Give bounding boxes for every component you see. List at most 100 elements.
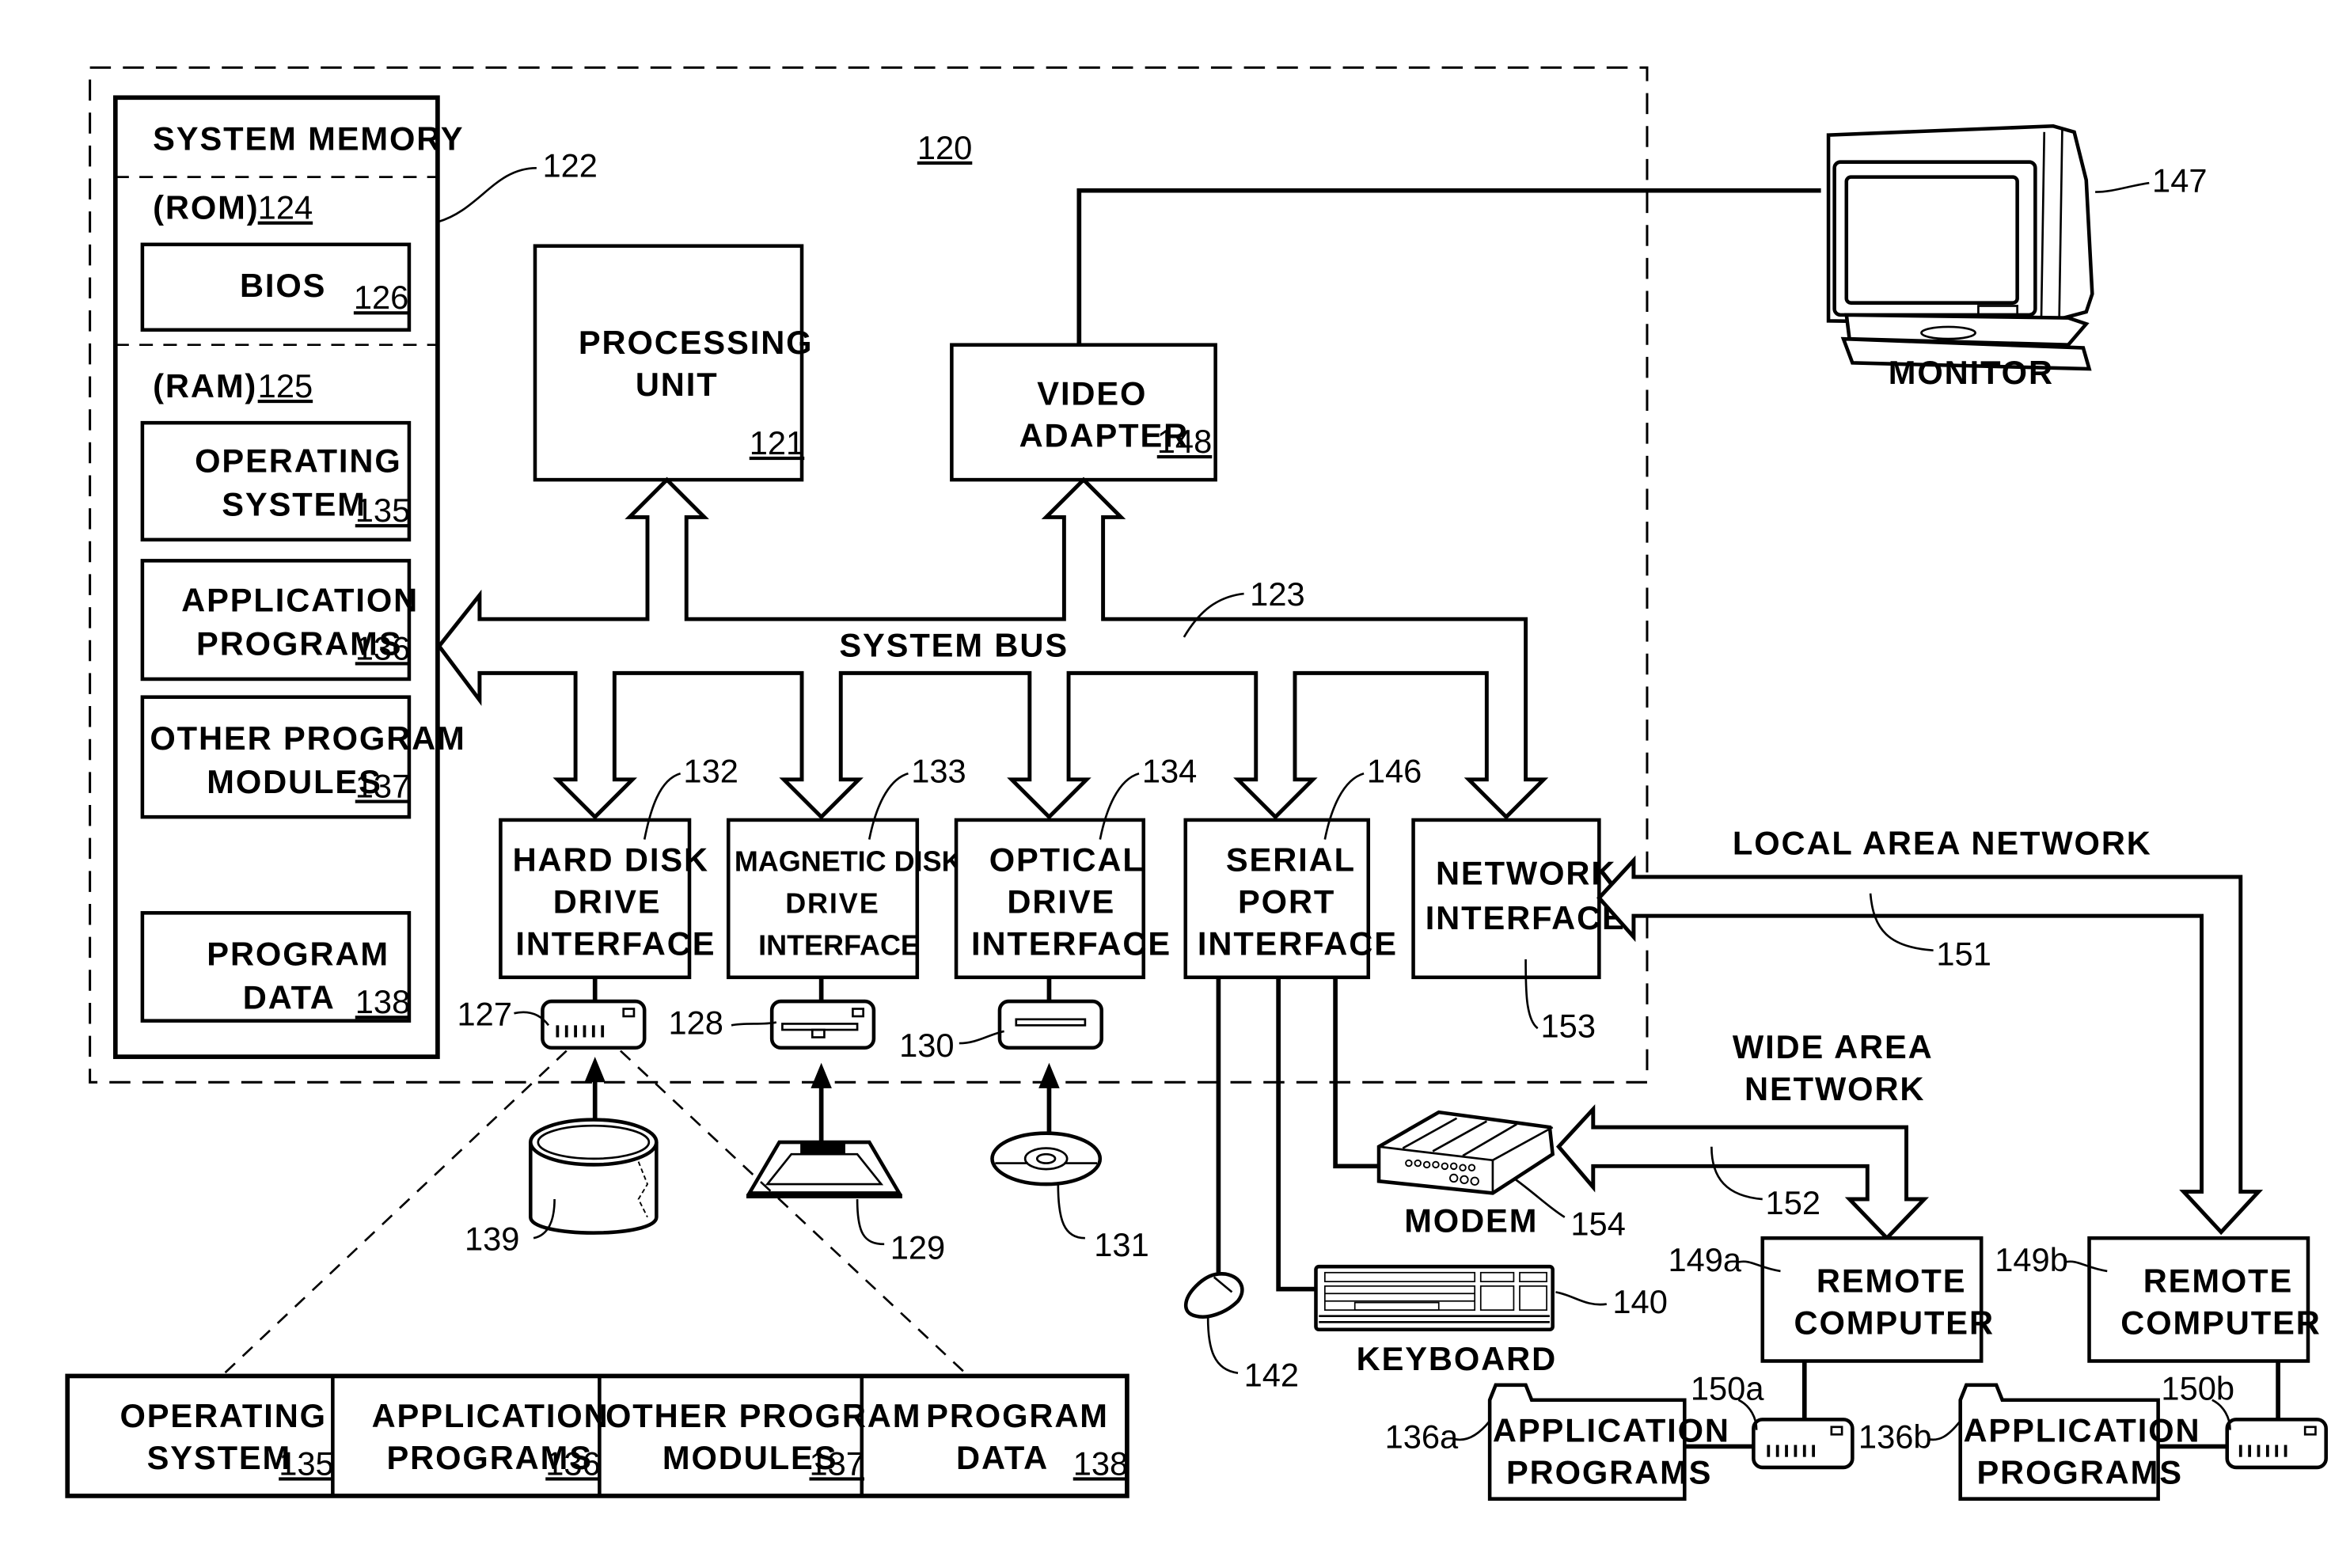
remote-a-line2: COMPUTER <box>1794 1304 1995 1341</box>
wan-label-line1: WIDE AREA <box>1733 1028 1934 1065</box>
network-interface-line2: INTERFACE <box>1426 899 1626 936</box>
monitor-label: MONITOR <box>1889 354 2054 391</box>
rom-ref: 124 <box>258 189 313 226</box>
optical-disc-leader <box>1057 1184 1085 1240</box>
memory-modules-ref: 137 <box>355 768 410 805</box>
system-bus-ref: 123 <box>1250 575 1304 613</box>
remote-b-ref: 149b <box>1995 1241 2068 1278</box>
remote-b-line1: REMOTE <box>2143 1262 2294 1299</box>
lan-label: LOCAL AREA NETWORK <box>1733 824 2152 861</box>
hdd-expansion-line-left <box>224 1050 568 1374</box>
network-interface-ref: 153 <box>1541 1008 1596 1045</box>
serial-interface-line3: INTERFACE <box>1198 924 1398 962</box>
opt-interface-line2: DRIVE <box>1007 883 1115 920</box>
disk-os-line2: SYSTEM <box>147 1439 292 1476</box>
system-memory-leader <box>437 166 537 223</box>
hdd-interface-line3: INTERFACE <box>515 924 716 962</box>
system-bus-label: SYSTEM BUS <box>839 627 1069 664</box>
processing-unit-ref: 121 <box>750 424 804 461</box>
hdd-drive-ref: 127 <box>457 995 512 1032</box>
processing-unit-line2: UNIT <box>636 366 719 403</box>
remote-b-line2: COMPUTER <box>2120 1304 2321 1341</box>
disk-apps-ref: 136 <box>545 1445 600 1482</box>
serial-interface-ref: 146 <box>1367 753 1422 790</box>
optical-disc-ref: 131 <box>1094 1226 1148 1263</box>
hdd-expansion-line-right <box>620 1050 966 1374</box>
network-interface: NETWORK INTERFACE <box>1411 818 1626 980</box>
remote-a-apps-line2: PROGRAMS <box>1506 1454 1712 1491</box>
ram-label: (RAM) <box>153 367 257 404</box>
mag-drive-ref: 128 <box>668 1004 723 1042</box>
modem-ref: 154 <box>1570 1205 1625 1242</box>
processing-unit-line1: PROCESSING <box>579 324 814 361</box>
remote-b-drive-ref: 150b <box>2161 1370 2234 1407</box>
monitor-ref: 147 <box>2152 162 2207 199</box>
hard-disk-media-icon <box>529 1118 659 1235</box>
wan-label-line2: NETWORK <box>1744 1070 1925 1107</box>
disk-modules-line1: OTHER PROGRAM <box>606 1397 921 1434</box>
remote-a-apps-leader <box>1453 1420 1491 1441</box>
mag-interface-ref: 133 <box>911 753 966 790</box>
opt-drive-leader <box>959 1030 1004 1045</box>
memory-os-ref: 135 <box>355 492 410 529</box>
magnetic-disk-drive-interface: MAGNETIC DISK DRIVE INTERFACE <box>726 818 962 980</box>
ram-ref: 125 <box>258 367 313 404</box>
monitor-leader <box>2095 181 2150 193</box>
floppy-leader <box>856 1198 885 1246</box>
remote-b-apps-line1: APPLICATION <box>1963 1412 2200 1449</box>
remote-a-ref: 149a <box>1668 1241 1741 1278</box>
remote-a-apps-line1: APPLICATION <box>1493 1412 1730 1449</box>
system-memory-ref: 122 <box>542 147 597 184</box>
optical-disc-icon <box>990 1131 1103 1186</box>
mag-interface-line3: INTERFACE <box>758 928 920 961</box>
memory-os-line1: OPERATING <box>195 442 402 480</box>
keyboard-icon <box>1314 1264 1555 1332</box>
serial-cables <box>1216 977 1382 1292</box>
mag-interface-line2: DRIVE <box>785 887 879 919</box>
wan-ref: 152 <box>1766 1184 1820 1221</box>
rom-label: (ROM) <box>153 189 259 226</box>
hdd-interface-line2: DRIVE <box>553 883 662 920</box>
serial-port-interface: SERIAL PORT INTERFACE <box>1183 818 1398 980</box>
mag-drive-leader <box>731 1021 777 1027</box>
opt-interface-line3: INTERFACE <box>971 924 1171 962</box>
system-memory: SYSTEM MEMORY (ROM) 124 BIOS 126 (RAM) 1… <box>112 95 465 1059</box>
floppy-ref: 129 <box>890 1229 945 1266</box>
remote-b-apps-leader <box>1927 1420 1961 1441</box>
disk-os-ref: 135 <box>279 1445 333 1482</box>
memory-data-line2: DATA <box>243 979 336 1016</box>
remote-b-apps-ref: 136b <box>1858 1418 1932 1455</box>
computer-system-diagram: 120 SYSTEM MEMORY (ROM) 124 BIOS 126 (RA… <box>65 66 2328 1501</box>
memory-data-line1: PROGRAM <box>207 936 389 973</box>
network-interface-line1: NETWORK <box>1436 854 1616 891</box>
remote-b-apps-line2: PROGRAMS <box>1977 1454 2183 1491</box>
opt-drive-ref: 130 <box>899 1027 954 1064</box>
bios-ref: 126 <box>354 279 408 316</box>
memory-apps-ref: 136 <box>355 629 410 666</box>
memory-data-ref: 138 <box>355 983 410 1020</box>
keyboard-label: KEYBOARD <box>1357 1340 1557 1377</box>
optical-drive-interface: OPTICAL DRIVE INTERFACE <box>954 818 1171 980</box>
computer-ref: 120 <box>917 129 972 166</box>
disk-data-line2: DATA <box>956 1439 1049 1476</box>
disk-data-ref: 138 <box>1073 1445 1128 1482</box>
video-to-monitor-cable <box>1076 188 1821 345</box>
video-adapter-ref: 148 <box>1157 423 1212 460</box>
lan-ref: 151 <box>1936 936 1991 973</box>
video-adapter-line1: VIDEO <box>1037 374 1147 412</box>
remote-a-line1: REMOTE <box>1817 1262 1967 1299</box>
disk-modules-ref: 137 <box>809 1445 864 1482</box>
serial-interface-line1: SERIAL <box>1226 841 1356 878</box>
mouse-leader <box>1206 1317 1239 1374</box>
mag-interface-line1: MAGNETIC DISK <box>735 845 962 877</box>
disk-data-line1: PROGRAM <box>926 1397 1109 1434</box>
remote-a-drive-ref: 150a <box>1691 1370 1764 1407</box>
remote-computer-a-box <box>1760 1236 1984 1363</box>
mouse-icon <box>1183 1272 1244 1319</box>
disk-os-line1: OPERATING <box>120 1397 327 1434</box>
mouse-ref: 142 <box>1244 1357 1299 1394</box>
bios-label: BIOS <box>240 267 326 304</box>
hdd-media-ref: 139 <box>465 1220 519 1257</box>
floppy-disk-icon <box>746 1140 903 1199</box>
opt-interface-ref: 134 <box>1142 753 1197 790</box>
